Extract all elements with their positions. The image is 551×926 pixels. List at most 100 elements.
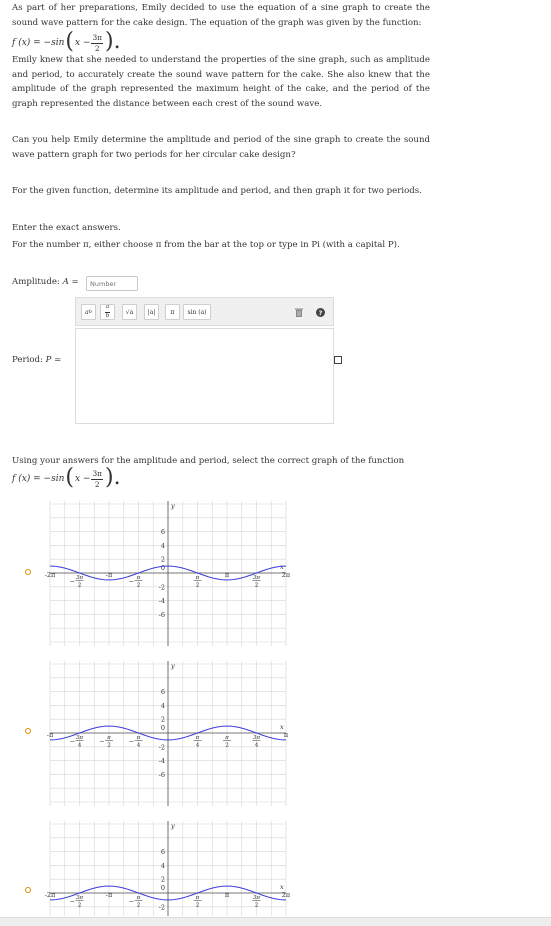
- x-tick-label: -2π: [45, 571, 56, 579]
- tick-text: -2π: [45, 571, 56, 579]
- tick-denominator: 2: [137, 583, 141, 589]
- keyboard-icon[interactable]: [334, 356, 342, 364]
- pi-glyph: π: [170, 308, 175, 316]
- tick-text: 2π: [282, 891, 291, 899]
- fraction-button[interactable]: a b: [100, 304, 115, 320]
- y-tick-label: 6: [161, 848, 165, 856]
- graph-function-equation: f (x) = −sin ( x − 3π 2 ).: [12, 467, 122, 490]
- frac-numerator: 3π: [91, 33, 104, 44]
- trash-icon[interactable]: [291, 304, 306, 320]
- sin-glyph: sin (a): [187, 308, 207, 316]
- tick-numerator: π: [136, 895, 141, 901]
- y-tick-label: 2: [161, 556, 165, 564]
- fraction-glyph-num: a: [104, 304, 111, 313]
- tick-denominator: 4: [137, 743, 141, 749]
- tick-minus: −: [70, 898, 75, 906]
- tick-numerator: π: [195, 895, 200, 901]
- tick-minus: −: [129, 898, 134, 906]
- graph-option-3-radio[interactable]: [25, 887, 31, 893]
- x-tick-label: -π: [106, 571, 113, 579]
- y-tick-label: 4: [161, 702, 165, 710]
- fraction-glyph: a b: [104, 304, 111, 319]
- x-tick-label: − π 4: [129, 735, 143, 749]
- help-icon[interactable]: ?: [314, 304, 326, 320]
- tick-numerator: 3π: [253, 895, 261, 901]
- tick-numerator: 3π: [253, 735, 261, 741]
- origin-label: 0: [161, 564, 165, 572]
- bottom-bar: [0, 917, 551, 926]
- exact-note: Enter the exact answers.: [12, 223, 121, 233]
- svg-text:?: ?: [318, 309, 322, 317]
- abs-glyph: |a|: [147, 308, 156, 316]
- graph-function-fraction: 3π 2: [91, 470, 104, 488]
- x-tick-label: π: [225, 571, 230, 579]
- graph-option-1[interactable]: 642-2-4-60yx-2π− 3π2-π− π2π2π 3π22π: [45, 500, 291, 648]
- y-tick-label: -4: [159, 757, 165, 765]
- tick-denominator: 2: [225, 743, 229, 749]
- tick-text: π: [284, 731, 289, 739]
- instruction-text: For the given function, determine its am…: [12, 186, 422, 196]
- graph-option-1-radio[interactable]: [25, 569, 31, 575]
- tick-numerator: π: [136, 735, 141, 741]
- x-tick-label: − π 2: [99, 735, 113, 749]
- period-label: Period:: [12, 355, 43, 365]
- y-axis-label: y: [170, 662, 175, 670]
- tick-numerator: π: [106, 735, 111, 741]
- abs-button[interactable]: |a|: [144, 304, 159, 320]
- tick-denominator: 2: [137, 903, 141, 909]
- y-tick-label: 4: [161, 862, 165, 870]
- graph-option-3[interactable]: 642-20yx-2π− 3π2-π− π2π2π 3π22π: [45, 820, 291, 917]
- sin-button[interactable]: sin (a): [183, 304, 211, 320]
- pi-note: For the number π, either choose π from t…: [12, 240, 400, 250]
- paragraph-two: Emily knew that she needed to understand…: [12, 55, 430, 109]
- question-text: Can you help Emily determine the amplitu…: [12, 135, 430, 160]
- graph-option-2-radio[interactable]: [25, 728, 31, 734]
- tick-denominator: 2: [78, 583, 82, 589]
- x-tick-label: π2: [193, 575, 202, 589]
- x-tick-label: 2π: [282, 891, 291, 899]
- x-tick-label: 3π4: [252, 735, 261, 749]
- tick-minus: −: [99, 738, 104, 746]
- y-tick-label: 2: [161, 716, 165, 724]
- y-tick-label: -6: [159, 771, 165, 779]
- x-tick-label: π4: [193, 735, 202, 749]
- tick-numerator: 3π: [76, 575, 84, 581]
- tick-denominator: 2: [255, 903, 259, 909]
- graph-option-2[interactable]: 642-2-4-60yx-π− 3π4− π2− π4π4π23π4π: [46, 660, 290, 808]
- tick-minus: −: [70, 578, 75, 586]
- x-tick-label: 3π2: [252, 895, 261, 909]
- x-tick-label: −3π 4: [70, 735, 84, 749]
- sqrt-button[interactable]: √a: [122, 304, 137, 320]
- amplitude-label: Amplitude:: [12, 277, 60, 287]
- power-button[interactable]: ab: [81, 304, 96, 320]
- x-tick-label: -π: [47, 731, 54, 739]
- pi-button[interactable]: π: [165, 304, 180, 320]
- tick-text: -π: [106, 891, 113, 899]
- x-axis-label: x: [280, 563, 284, 571]
- sqrt-glyph: √a: [125, 308, 134, 316]
- y-axis-label: y: [170, 822, 175, 830]
- y-tick-label: -2: [159, 583, 165, 591]
- amplitude-var: A =: [62, 277, 79, 287]
- close-paren: ).: [105, 29, 121, 54]
- x-tick-label: 2π: [282, 571, 291, 579]
- amplitude-input[interactable]: [86, 276, 138, 291]
- tick-numerator: π: [224, 735, 229, 741]
- tick-denominator: 4: [78, 743, 82, 749]
- x-tick-label: π2: [223, 735, 231, 749]
- tick-denominator: 4: [255, 743, 259, 749]
- y-axis-label: y: [170, 502, 175, 510]
- x-axis-label: x: [280, 883, 284, 891]
- y-tick-label: -4: [159, 597, 165, 605]
- x-tick-label: π: [284, 731, 289, 739]
- tick-numerator: 3π: [253, 575, 261, 581]
- tick-denominator: 2: [78, 903, 82, 909]
- tick-denominator: 2: [196, 903, 200, 909]
- period-editor[interactable]: [75, 328, 334, 424]
- graph-prompt: Using your answers for the amplitude and…: [12, 456, 405, 466]
- tick-minus: −: [70, 738, 75, 746]
- x-tick-label: -2π: [45, 891, 56, 899]
- graph-function-prefix: f (x) = −sin: [12, 474, 65, 484]
- y-tick-label: -2: [159, 743, 165, 751]
- tick-numerator: π: [136, 575, 141, 581]
